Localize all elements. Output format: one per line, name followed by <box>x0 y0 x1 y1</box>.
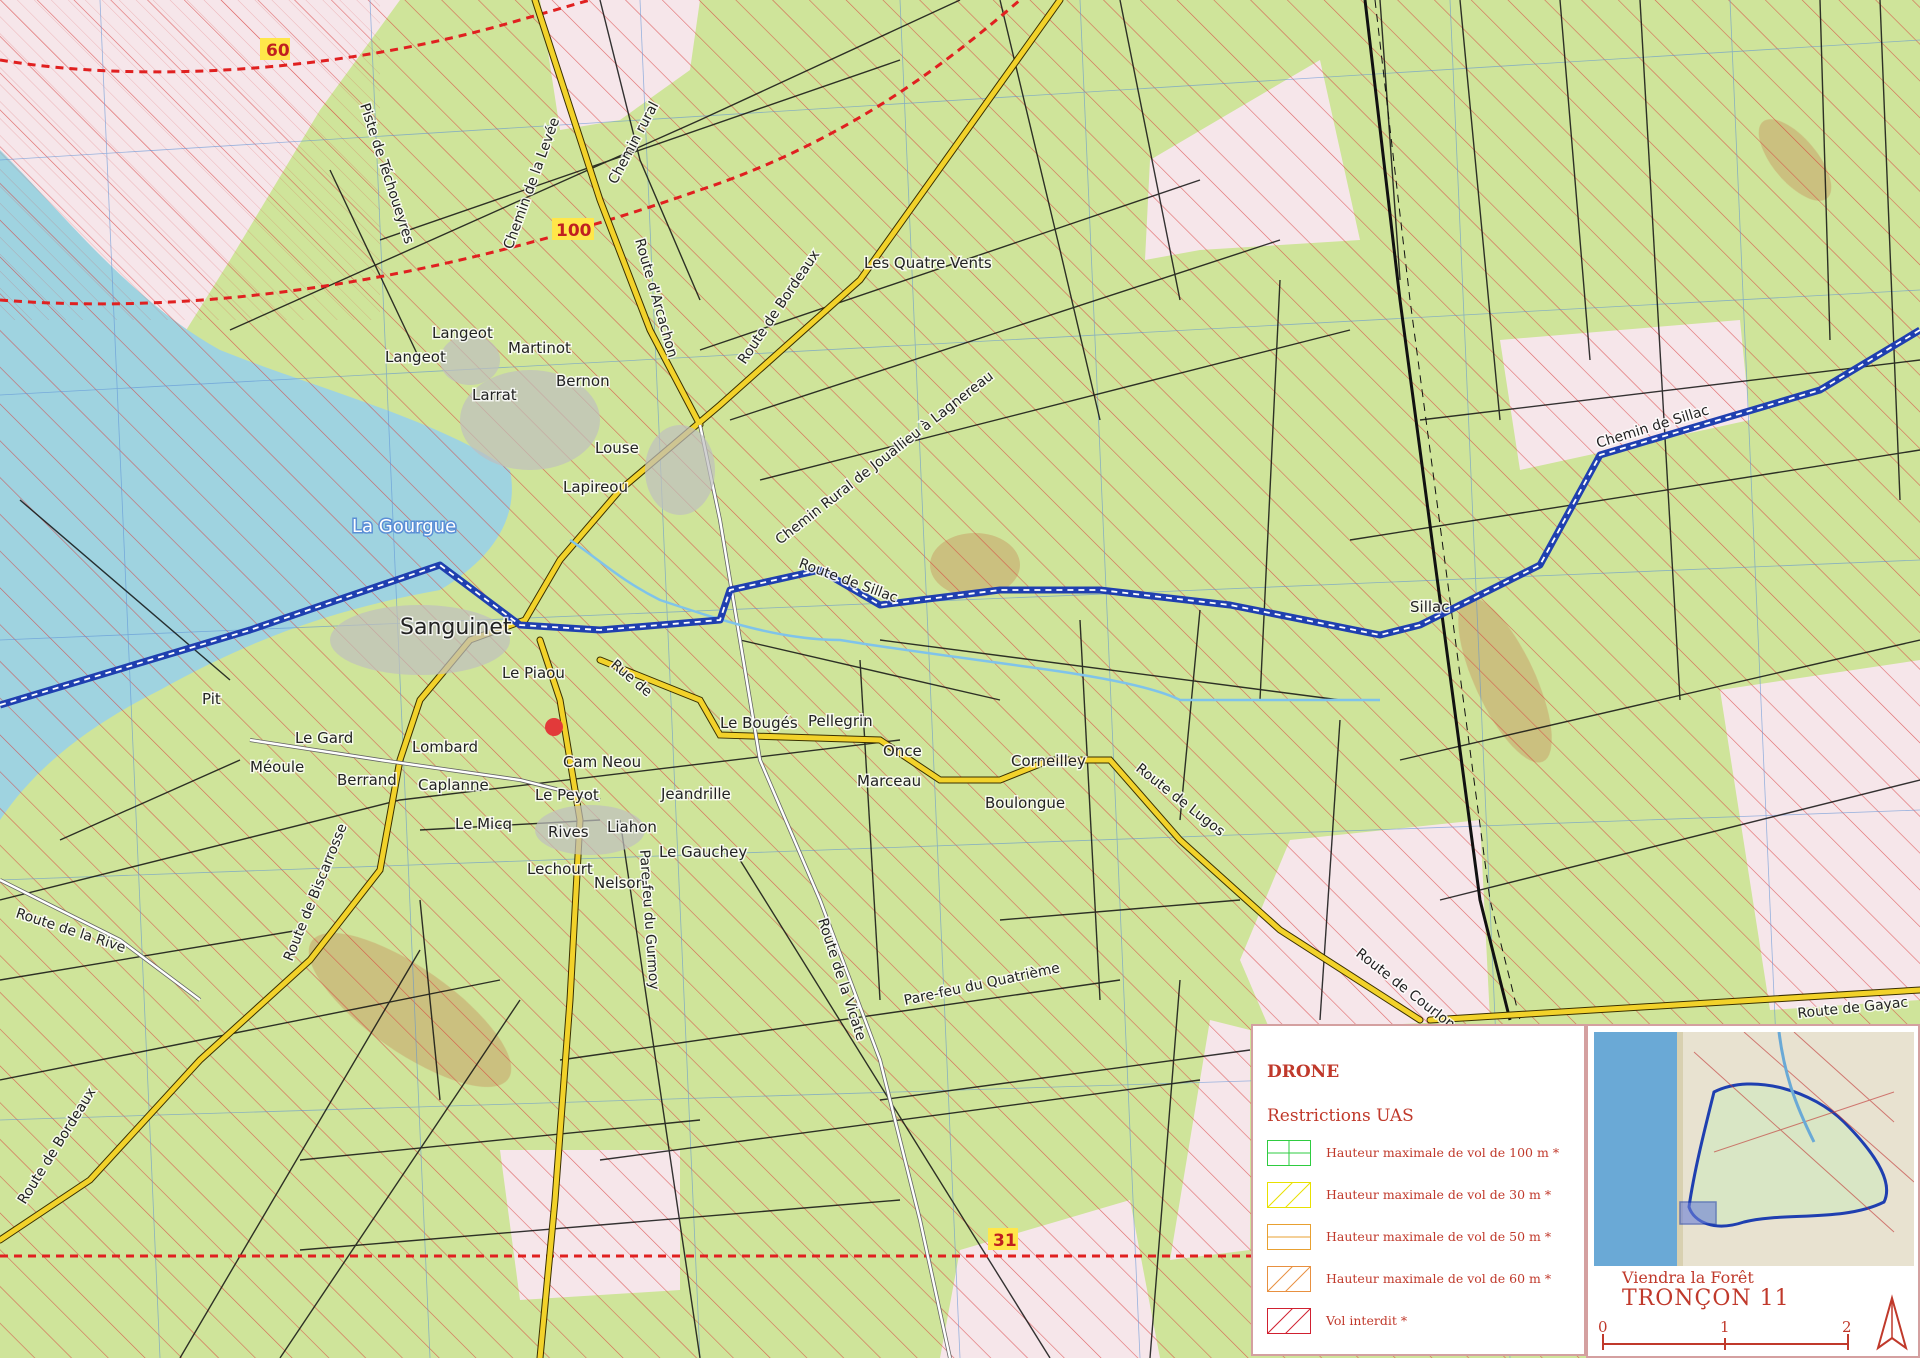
label-boulongue: Boulongue <box>985 794 1065 812</box>
label-pit: Pit <box>202 690 221 708</box>
label-bernon: Bernon <box>556 372 610 390</box>
label-le-gauchey: Le Gauchey <box>659 843 747 861</box>
overview-map[interactable] <box>1594 1032 1914 1266</box>
altitude-label-31: 31 <box>993 1231 1017 1251</box>
label-marceau: Marceau <box>857 772 921 790</box>
legend-item-30m: Hauteur maximale de vol de 30 m * <box>1267 1182 1587 1210</box>
legend-item-50m: Hauteur maximale de vol de 50 m * <box>1267 1224 1587 1252</box>
legend-label-100m: Hauteur maximale de vol de 100 m * <box>1326 1145 1560 1160</box>
legend-item-no-fly: Vol interdit * <box>1267 1308 1587 1336</box>
legend-label-30m: Hauteur maximale de vol de 30 m * <box>1326 1187 1552 1202</box>
legend-item-100m: Hauteur maximale de vol de 100 m * <box>1267 1140 1587 1168</box>
label-le-bouges: Le Bougés <box>720 714 798 732</box>
legend-panel: DRONE Restrictions UAS Hauteur maximale … <box>1251 1024 1586 1356</box>
scale-bar: 0 1 2 <box>1598 1318 1852 1350</box>
legend-label-no-fly: Vol interdit * <box>1326 1313 1408 1328</box>
label-les-quatre-vents: Les Quatre Vents <box>864 254 992 272</box>
label-le-micq: Le Micq <box>455 815 512 833</box>
label-le-peyot: Le Peyot <box>535 786 599 804</box>
label-rives: Rives <box>548 823 589 841</box>
legend-title: DRONE <box>1267 1062 1340 1082</box>
label-caplanne: Caplanne <box>418 776 489 794</box>
label-martinot: Martinot <box>508 339 571 357</box>
label-le-piaou: Le Piaou <box>502 664 565 682</box>
swatch-no-fly-icon <box>1267 1308 1311 1334</box>
label-corneilley: Corneilley <box>1011 752 1086 770</box>
label-sanguinet: Sanguinet <box>400 615 512 640</box>
label-cam-neou: Cam Neou <box>563 753 641 771</box>
altitude-label-60: 60 <box>266 41 290 61</box>
label-berrand: Berrand <box>337 771 397 789</box>
label-once: Once <box>883 742 922 760</box>
label-lechourt: Lechourt <box>527 860 593 878</box>
label-pellegrin: Pellegrin <box>808 712 873 730</box>
inset-title: TRONÇON 11 <box>1622 1286 1790 1311</box>
label-langeot-2: Langeot <box>385 348 446 366</box>
label-sillac: Sillac <box>1410 598 1449 616</box>
label-liahon: Liahon <box>607 818 657 836</box>
label-la-gourgue: La Gourgue <box>352 516 456 537</box>
scale-label-2: 2 <box>1842 1318 1852 1336</box>
label-lombard: Lombard <box>412 738 478 756</box>
label-nelson: Nelson <box>594 874 645 892</box>
label-le-gard: Le Gard <box>295 729 353 747</box>
legend-label-50m: Hauteur maximale de vol de 50 m * <box>1326 1229 1552 1244</box>
location-marker[interactable] <box>545 718 563 736</box>
inset-caption: Viendra la Forêt <box>1622 1268 1754 1287</box>
label-meoule: Méoule <box>250 758 304 776</box>
label-langeot-1: Langeot <box>432 324 493 342</box>
legend-subtitle: Restrictions UAS <box>1267 1106 1414 1126</box>
swatch-100m-icon <box>1267 1140 1311 1166</box>
legend-label-60m: Hauteur maximale de vol de 60 m * <box>1326 1271 1552 1286</box>
label-louse: Louse <box>595 439 639 457</box>
swatch-60m-icon <box>1267 1266 1311 1292</box>
swatch-50m-icon <box>1267 1224 1311 1250</box>
scale-label-1: 1 <box>1720 1318 1730 1336</box>
scale-label-0: 0 <box>1598 1318 1608 1336</box>
swatch-30m-icon <box>1267 1182 1311 1208</box>
label-jeandrille: Jeandrille <box>660 785 731 803</box>
inset-panel: Viendra la Forêt TRONÇON 11 0 1 2 <box>1586 1024 1920 1358</box>
altitude-label-100: 100 <box>556 221 592 241</box>
legend-item-60m: Hauteur maximale de vol de 60 m * <box>1267 1266 1587 1294</box>
label-larrat: Larrat <box>472 386 517 404</box>
label-lapireou: Lapireou <box>563 478 628 496</box>
north-arrow-icon <box>1876 1294 1908 1351</box>
